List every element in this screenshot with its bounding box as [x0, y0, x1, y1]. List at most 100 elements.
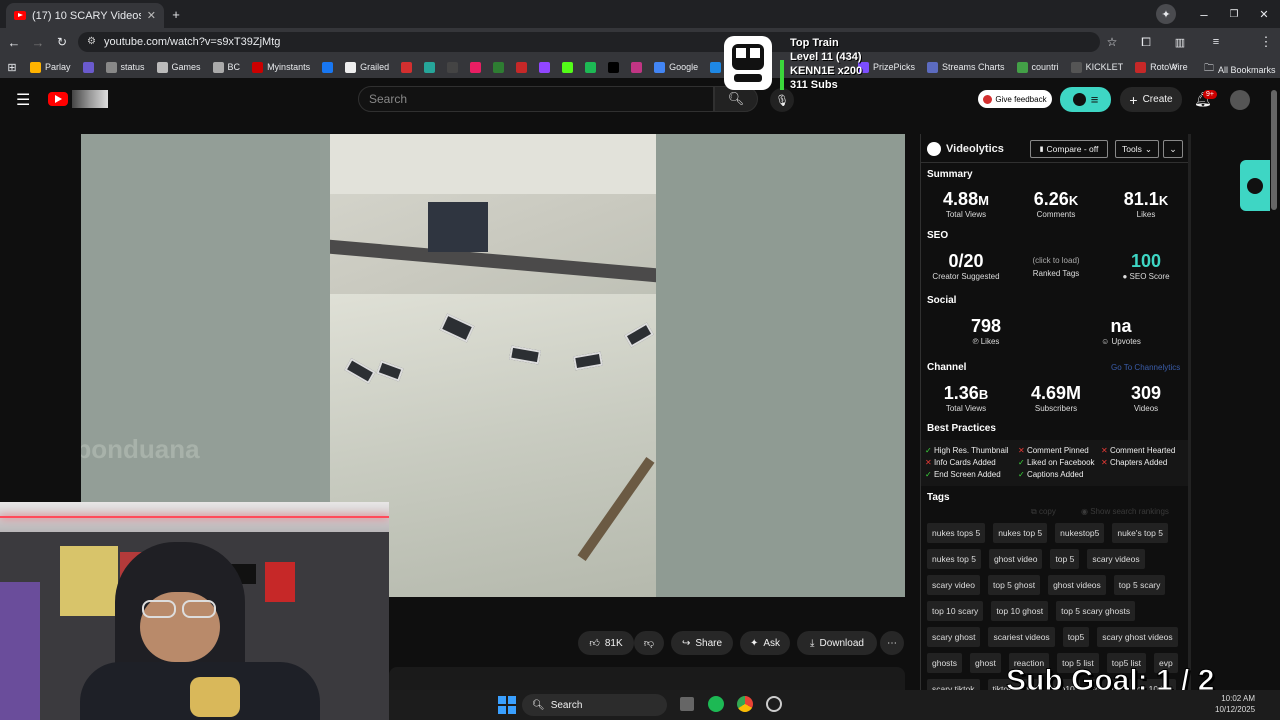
bookmark-item[interactable]: [441, 61, 464, 73]
bookmark-item[interactable]: Google: [648, 61, 704, 73]
bookmark-item[interactable]: RotoWire: [1129, 61, 1194, 73]
tools-dropdown[interactable]: Tools ⌄: [1115, 140, 1159, 158]
more-actions-button[interactable]: ⋯: [880, 631, 904, 655]
tag-chip[interactable]: top5: [1062, 627, 1090, 647]
give-feedback-button[interactable]: Give feedback: [978, 90, 1052, 108]
tag-chip[interactable]: top 5 ghost: [988, 575, 1041, 595]
apps-grid-icon[interactable]: ⊞: [0, 57, 24, 77]
compare-toggle[interactable]: ▮ Compare - off: [1030, 140, 1108, 158]
description-box[interactable]: [389, 667, 905, 690]
bookmark-item[interactable]: [395, 61, 418, 73]
bookmark-item[interactable]: [418, 61, 441, 73]
windows-start-icon[interactable]: [498, 696, 516, 714]
sidepanel-icon[interactable]: ▥: [1170, 32, 1190, 52]
forward-icon[interactable]: →: [28, 32, 48, 52]
bookmark-item[interactable]: Parlay: [24, 61, 77, 73]
ask-button[interactable]: ✦ Ask: [740, 631, 790, 655]
bookmark-item[interactable]: Streams Charts: [921, 61, 1011, 73]
chevron-down-icon: ⌄: [1144, 143, 1152, 154]
collapse-button[interactable]: ⌄: [1163, 140, 1183, 158]
address-bar[interactable]: ⚙ youtube.com/watch?v=s9xT39ZjMtg: [78, 32, 1100, 52]
bookmark-item[interactable]: KICKLET: [1065, 61, 1130, 73]
tag-chip[interactable]: scary ghost videos: [1097, 627, 1178, 647]
tag-chip[interactable]: top 10 scary: [927, 601, 984, 621]
tag-chip[interactable]: ghost videos: [1048, 575, 1106, 595]
obs-icon[interactable]: [766, 696, 782, 712]
bookmark-item[interactable]: [464, 61, 487, 73]
seo-ranked-tags[interactable]: (click to load) Ranked Tags: [1011, 256, 1101, 278]
page-scrollbar[interactable]: [1271, 90, 1277, 210]
bookmark-item[interactable]: [602, 61, 625, 73]
bookmark-item[interactable]: countri: [1011, 61, 1065, 73]
chrome-icon[interactable]: [737, 696, 753, 712]
reload-icon[interactable]: ↻: [52, 32, 72, 52]
media-icon[interactable]: ≡: [1206, 32, 1226, 52]
bookmark-item[interactable]: PrizePicks: [852, 61, 921, 73]
panel-scrollbar[interactable]: [1188, 134, 1191, 690]
dislike-button[interactable]: 👎︎: [634, 631, 664, 655]
tag-chip[interactable]: ghost: [970, 653, 1001, 673]
bookmark-item[interactable]: [316, 61, 339, 73]
share-button[interactable]: ↪ Share: [671, 631, 733, 655]
bookmark-item[interactable]: [579, 61, 602, 73]
more-bookmarks-icon[interactable]: »: [1172, 61, 1178, 72]
tag-chip[interactable]: scary ghost: [927, 627, 981, 647]
site-info-icon[interactable]: ⚙: [87, 36, 96, 47]
bookmark-item[interactable]: [625, 61, 648, 73]
tag-chip[interactable]: scary tiktok: [927, 679, 980, 690]
create-button[interactable]: + Create: [1120, 87, 1182, 112]
spotify-icon[interactable]: [708, 696, 724, 712]
account-avatar[interactable]: [1230, 90, 1250, 110]
show-rankings-button[interactable]: ◉ Show search rankings: [1081, 507, 1169, 516]
bookmark-item[interactable]: [556, 61, 579, 73]
channelytics-link[interactable]: Go To Channelytics: [1111, 363, 1180, 372]
tag-chip[interactable]: top 10 ghost: [991, 601, 1049, 621]
tag-chip[interactable]: ghosts: [927, 653, 963, 673]
close-tab-icon[interactable]: ✕: [147, 9, 156, 22]
tag-chip[interactable]: top 5 scary: [1113, 575, 1166, 595]
bookmark-item[interactable]: [487, 61, 510, 73]
tag-chip[interactable]: top 5: [1050, 549, 1080, 569]
bookmark-item[interactable]: [533, 61, 556, 73]
menu-kebab-icon[interactable]: ⋮: [1256, 32, 1276, 52]
tag-chip[interactable]: nukes top 5: [993, 523, 1048, 543]
bookmark-item[interactable]: BC: [207, 61, 247, 73]
tag-chip[interactable]: nukestop5: [1055, 523, 1105, 543]
task-view-icon[interactable]: [680, 697, 694, 711]
extensions-icon[interactable]: ⧠: [1136, 32, 1156, 52]
bookmark-item[interactable]: status: [100, 61, 151, 73]
tag-chip[interactable]: nuke's top 5: [1112, 523, 1168, 543]
videolytics-side-tab[interactable]: [1240, 160, 1270, 211]
taskbar-clock[interactable]: 10:02 AM 10/12/2025: [1215, 693, 1255, 715]
bookmark-item[interactable]: Games: [151, 61, 207, 73]
videolytics-toggle-button[interactable]: ≡: [1060, 87, 1111, 112]
search-input[interactable]: Search: [358, 86, 714, 112]
new-tab-icon[interactable]: +: [166, 4, 186, 24]
browser-tab[interactable]: (17) 10 SCARY Videos of Gh ✕: [6, 3, 164, 28]
like-button[interactable]: 👍︎ 81K: [578, 631, 634, 655]
bookmark-item[interactable]: Grailed: [339, 61, 395, 73]
maximize-icon[interactable]: ❐: [1224, 4, 1244, 24]
all-bookmarks[interactable]: 🗀 All Bookmarks: [1198, 61, 1280, 78]
tag-chip[interactable]: scary videos: [1087, 549, 1145, 569]
minimize-icon[interactable]: –: [1194, 4, 1214, 24]
bookmark-star-icon[interactable]: ☆: [1102, 32, 1122, 52]
back-icon[interactable]: ←: [4, 32, 24, 52]
tag-chip[interactable]: nukes top 5: [927, 549, 981, 569]
hamburger-menu-icon[interactable]: ☰: [16, 90, 30, 110]
bookmark-item[interactable]: Myinstants: [246, 61, 316, 73]
taskbar-search[interactable]: 🔍︎ Search: [522, 694, 667, 716]
tag-chip[interactable]: nukes tops 5: [927, 523, 986, 543]
close-window-icon[interactable]: ✕: [1254, 4, 1274, 24]
copy-tags-button[interactable]: ⧉ copy: [1031, 507, 1056, 517]
gemini-icon[interactable]: ✦: [1156, 4, 1176, 24]
tag-chip[interactable]: scary video: [927, 575, 980, 595]
download-button[interactable]: ⤓ Download: [797, 631, 877, 655]
channel-logo-doodle[interactable]: [72, 90, 108, 108]
seo-creator-suggested[interactable]: 0/20 Creator Suggested: [921, 251, 1011, 281]
bookmark-item[interactable]: [77, 61, 100, 73]
tag-chip[interactable]: scariest videos: [988, 627, 1055, 647]
tag-chip[interactable]: top 5 scary ghosts: [1056, 601, 1136, 621]
tag-chip[interactable]: ghost video: [988, 549, 1043, 569]
bookmark-item[interactable]: [510, 61, 533, 73]
